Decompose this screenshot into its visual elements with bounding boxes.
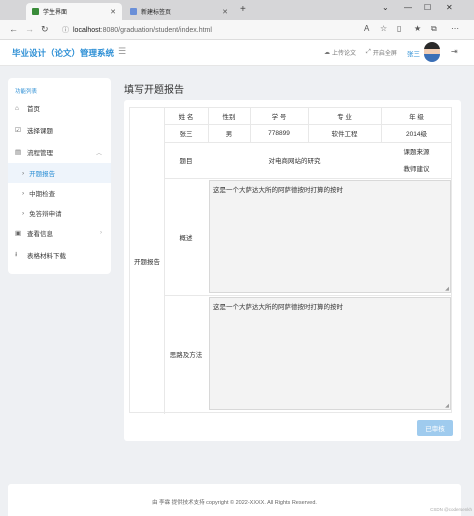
sidebar-item-label: 首页 (27, 106, 40, 113)
address-input[interactable]: ⓘ localhost:8080/graduation/student/inde… (62, 23, 212, 37)
proposal-form-card: 开题报告 姓 名 性别 学 号 专 业 年 级 张三 男 778899 软件工程… (124, 100, 461, 441)
page-title: 填写开题报告 (124, 85, 184, 96)
sidebar-item-home[interactable]: ⌂ 首页 (8, 98, 111, 118)
sidebar-item-label: 选择课题 (27, 128, 53, 135)
sidebar-item-label: 流程管理 (27, 150, 53, 157)
sidebar-subitem-defense-exemption[interactable]: › 免答辩申请 (8, 203, 111, 223)
column-header: 性别 (222, 114, 236, 121)
student-name: 张三 (179, 131, 193, 138)
upload-thesis-label: 上传论文 (332, 51, 357, 57)
tab-title: 学生界面 (43, 10, 68, 16)
more-icon[interactable]: ⋯ (451, 24, 459, 33)
column-header: 年 级 (409, 114, 424, 121)
browser-tab-newtab[interactable]: 新建标签页 ✕ (124, 3, 234, 20)
page-favicon-icon (130, 8, 137, 15)
topic-value: 对电商网站的研究 (268, 158, 321, 165)
collections-icon[interactable]: ⧉ (431, 24, 437, 34)
sidebar-subitem-midterm[interactable]: › 中期检查 (8, 183, 111, 203)
cloud-upload-icon: ☁ (324, 50, 330, 56)
sidebar: 功能列表 ⌂ 首页 ☑ 选择课题 ▤ 流程管理 ︿ › 开题报告 › 中期检查 … (8, 78, 111, 274)
info-icon: ▣ (15, 230, 22, 237)
app-title[interactable]: 毕业设计（论文）管理系统 (12, 47, 114, 59)
chevron-up-icon: ︿ (95, 150, 102, 157)
sidebar-subitem-label: 免答辩申请 (29, 211, 62, 218)
topic-source-value: 教师建议 (403, 166, 430, 173)
column-header: 姓 名 (178, 114, 194, 121)
expand-icon: ⤢ (366, 49, 371, 55)
sidebar-subitem-label: 开题报告 (29, 171, 56, 178)
chevron-right-icon: › (22, 209, 25, 217)
close-tab-icon[interactable]: ✕ (110, 8, 116, 16)
fullscreen-button[interactable]: ⤢ 开启全屏 (366, 48, 397, 57)
tab-search-icon[interactable]: ⌄ (382, 3, 389, 12)
browser-tab-student[interactable]: 学生界面 ✕ (26, 3, 122, 20)
split-screen-icon[interactable]: ▯ (397, 24, 401, 33)
url-host: localhost (73, 26, 101, 34)
reviewed-button[interactable]: 已审核 (417, 420, 453, 436)
maximize-icon[interactable]: ☐ (424, 3, 431, 12)
topic-source: 课题来源 (403, 149, 430, 156)
sidebar-item-select-topic[interactable]: ☑ 选择课题 (8, 120, 111, 140)
favorite-icon[interactable]: ☆ (380, 24, 387, 33)
footer-copyright: 由 李霖 提供技术支持 copyright © 2022-XXXX. All R… (152, 500, 317, 506)
favorites-list-icon[interactable]: ★ (414, 24, 421, 33)
fullscreen-label: 开启全屏 (372, 51, 397, 57)
browser-toolbar: ← → ↻ ⓘ localhost:8080/graduation/studen… (0, 20, 474, 40)
avatar[interactable] (424, 42, 440, 62)
overview-text: 这是一个大萨达大所的阿萨德按时打算的按时 (213, 187, 343, 194)
user-name[interactable]: 张三 (407, 48, 420, 58)
watermark: CSDN @codersenkh (430, 507, 472, 512)
sidebar-subitem-proposal[interactable]: › 开题报告 (8, 163, 111, 183)
resize-handle-icon[interactable]: ◢ (445, 286, 449, 292)
sidebar-item-view-info[interactable]: ▣ 查看信息 › (8, 223, 111, 243)
upload-thesis-button[interactable]: ☁ 上传论文 (324, 48, 356, 57)
row-label: 开题报告 (134, 259, 160, 266)
column-header: 学 号 (271, 114, 287, 121)
student-major: 软件工程 (331, 131, 358, 138)
new-tab-icon[interactable]: + (240, 4, 246, 15)
footer: 由 李霖 提供技术支持 copyright © 2022-XXXX. All R… (8, 484, 461, 516)
resize-handle-icon[interactable]: ◢ (445, 403, 449, 409)
approach-textarea[interactable]: 这是一个大萨达大所的阿萨德按时打算的按时 ◢ (209, 297, 451, 410)
app-header: 毕业设计（论文）管理系统 ☰ ☁ 上传论文 ⤢ 开启全屏 张三 ⇥ (0, 40, 474, 66)
student-gender: 男 (225, 131, 233, 138)
sidebar-title: 功能列表 (15, 89, 38, 95)
read-aloud-icon[interactable]: A (364, 24, 369, 33)
close-tab-icon[interactable]: ✕ (222, 8, 228, 16)
tree-favicon-icon (32, 8, 39, 15)
browser-tabbar: 学生界面 ✕ 新建标签页 ✕ + ⌄ — ☐ ✕ (0, 0, 474, 20)
menu-toggle-icon[interactable]: ☰ (118, 46, 126, 57)
info-icon[interactable]: ⓘ (62, 25, 69, 35)
sidebar-item-label: 查看信息 (27, 231, 53, 238)
url-path: :8080/graduation/student/index.html (100, 26, 212, 34)
chevron-right-icon: › (22, 169, 25, 177)
topic-label: 题目 (179, 158, 193, 165)
proposal-form-table: 开题报告 姓 名 性别 学 号 专 业 年 级 张三 男 778899 软件工程… (129, 107, 452, 414)
logout-icon[interactable]: ⇥ (451, 47, 458, 56)
minimize-icon[interactable]: — (404, 3, 412, 12)
tab-title: 新建标签页 (141, 10, 172, 16)
approach-text: 这是一个大萨达大所的阿萨德按时打算的按时 (213, 304, 343, 311)
student-id: 778899 (268, 129, 290, 137)
close-window-icon[interactable]: ✕ (446, 3, 453, 12)
overview-label: 概述 (179, 234, 193, 242)
column-header: 专 业 (337, 114, 352, 121)
overview-textarea[interactable]: 这是一个大萨达大所的阿萨德按时打算的按时 ◢ (209, 180, 451, 293)
chevron-right-icon: › (100, 230, 102, 236)
reload-icon[interactable]: ↻ (41, 24, 49, 35)
home-icon: ⌂ (15, 104, 19, 112)
student-grade: 2014级 (406, 131, 427, 138)
checkbox-icon: ☑ (15, 127, 21, 134)
sidebar-item-workflow[interactable]: ▤ 流程管理 ︿ (8, 142, 111, 162)
chevron-right-icon: › (22, 189, 25, 197)
forward-icon[interactable]: → (25, 24, 34, 34)
workflow-icon: ▤ (15, 149, 22, 156)
download-icon: ⭳ (15, 250, 18, 258)
approach-label: 思路及方法 (169, 352, 203, 359)
sidebar-item-download[interactable]: ⭳ 表格材料下载 (8, 245, 111, 265)
back-icon[interactable]: ← (9, 24, 18, 34)
sidebar-item-label: 表格材料下载 (27, 253, 66, 260)
sidebar-subitem-label: 中期检查 (29, 191, 56, 198)
